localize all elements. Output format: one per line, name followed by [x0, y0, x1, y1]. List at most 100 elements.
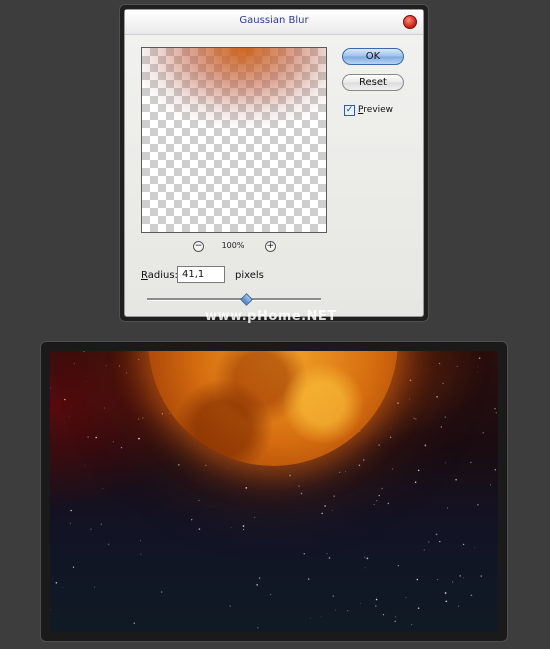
- star: [55, 581, 58, 584]
- star: [105, 365, 107, 366]
- star: [256, 584, 259, 586]
- zoom-in-icon[interactable]: +: [265, 241, 276, 252]
- star: [358, 464, 361, 467]
- radius-unit-label: pixels: [235, 270, 264, 281]
- star: [103, 407, 105, 409]
- star: [417, 607, 420, 610]
- star: [161, 413, 164, 415]
- watermark-text: www.pHome.NET: [205, 309, 337, 324]
- star: [328, 557, 331, 559]
- star: [444, 462, 446, 464]
- star: [428, 541, 430, 543]
- star: [482, 431, 485, 434]
- star: [381, 487, 383, 490]
- star: [178, 464, 180, 466]
- star: [409, 379, 412, 382]
- star: [50, 387, 52, 389]
- star: [198, 528, 201, 530]
- star: [476, 370, 478, 372]
- star: [85, 381, 87, 382]
- star: [107, 543, 110, 546]
- document-canvas[interactable]: [50, 351, 498, 632]
- star: [494, 408, 496, 410]
- star: [364, 567, 366, 569]
- ok-button[interactable]: OK: [342, 48, 404, 65]
- star: [458, 605, 460, 607]
- star: [140, 553, 142, 555]
- star: [303, 553, 305, 555]
- star: [94, 586, 96, 588]
- star: [494, 469, 496, 471]
- star: [334, 609, 336, 611]
- star: [320, 616, 322, 618]
- star: [392, 468, 394, 470]
- star: [360, 602, 361, 604]
- zoom-controls: − 100% +: [141, 240, 325, 254]
- star: [198, 499, 200, 502]
- star: [490, 484, 491, 486]
- star: [444, 592, 447, 594]
- star: [395, 616, 397, 618]
- star: [438, 362, 441, 365]
- star: [456, 365, 458, 367]
- star: [90, 528, 92, 530]
- star: [387, 502, 390, 505]
- star: [424, 444, 427, 447]
- star: [72, 566, 75, 568]
- dialog-titlebar[interactable]: Gaussian Blur: [125, 10, 423, 35]
- blur-preview-pane[interactable]: [141, 47, 327, 233]
- star: [120, 446, 123, 449]
- star: [100, 523, 103, 526]
- star: [205, 464, 207, 466]
- star: [70, 509, 72, 512]
- star: [331, 509, 333, 512]
- star: [298, 485, 300, 487]
- star: [300, 492, 303, 495]
- star: [462, 543, 465, 546]
- star: [257, 627, 259, 629]
- star: [227, 467, 229, 469]
- radius-label-accelerator: R: [141, 270, 148, 281]
- radius-label-text: adius:: [147, 270, 178, 281]
- star: [376, 597, 378, 599]
- star: [382, 614, 385, 616]
- star: [242, 525, 245, 527]
- canvas-window-frame: [41, 342, 507, 641]
- star: [95, 436, 98, 439]
- star: [138, 437, 140, 440]
- star: [416, 578, 419, 581]
- star: [477, 366, 479, 368]
- star: [347, 610, 349, 612]
- star: [444, 416, 446, 418]
- star: [254, 517, 256, 518]
- star: [324, 505, 326, 507]
- star: [308, 578, 310, 580]
- star: [495, 412, 497, 414]
- preview-checkbox[interactable]: ✓: [344, 105, 355, 116]
- zoom-level-label: 100%: [221, 241, 245, 250]
- star: [243, 528, 245, 531]
- star: [473, 547, 475, 549]
- star: [133, 622, 135, 624]
- star: [397, 565, 399, 567]
- star: [378, 494, 380, 497]
- star: [439, 541, 441, 543]
- star: [405, 597, 407, 598]
- star: [373, 504, 375, 506]
- star: [376, 500, 378, 502]
- reset-button[interactable]: Reset: [342, 74, 404, 91]
- star: [125, 372, 127, 374]
- radius-input[interactable]: [177, 266, 225, 283]
- star: [64, 398, 66, 401]
- star: [411, 624, 413, 626]
- star: [138, 358, 140, 360]
- radius-slider-thumb[interactable]: [240, 293, 254, 306]
- close-icon[interactable]: [403, 15, 417, 29]
- star: [452, 581, 454, 583]
- radius-slider-track[interactable]: [147, 298, 321, 301]
- gaussian-blur-dialog: Gaussian Blur − 100% + Radius: pixels OK…: [124, 9, 424, 317]
- star: [436, 395, 438, 398]
- star: [409, 398, 410, 400]
- star: [389, 436, 392, 438]
- star: [363, 459, 365, 461]
